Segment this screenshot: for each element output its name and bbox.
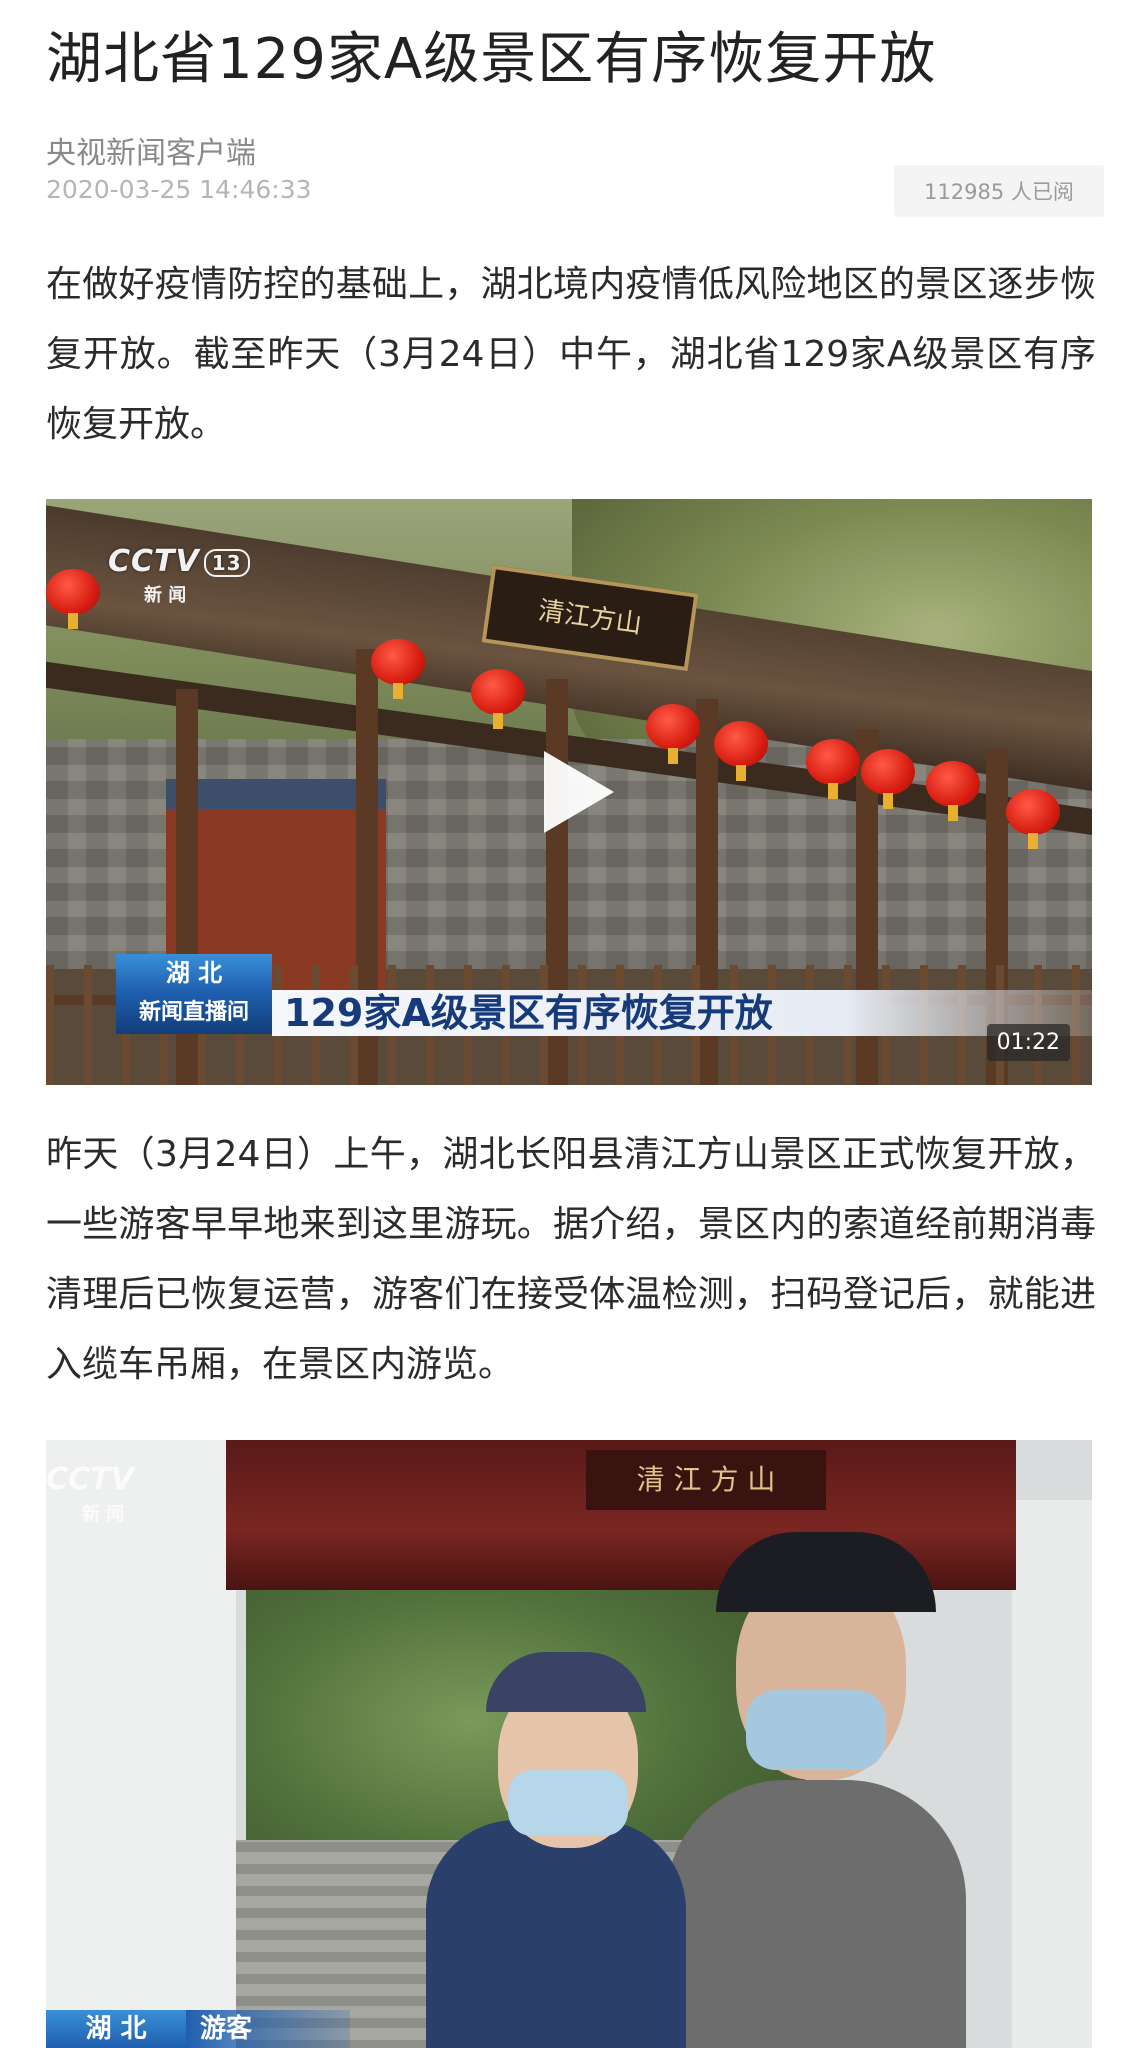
cctv-logo-text: CCTV — [108, 544, 200, 579]
lantern-icon — [471, 669, 525, 729]
lower-third-region: 湖 北 — [46, 2010, 186, 2048]
lantern-icon — [646, 704, 700, 764]
lantern-icon — [371, 639, 425, 699]
cctv-channel-name: 新 闻 — [144, 585, 187, 606]
person-child — [426, 1820, 686, 2048]
cctv-channel-name: 新 闻 — [82, 1504, 125, 1525]
lower-third-program: 新闻直播间 — [116, 992, 272, 1034]
play-icon[interactable] — [538, 747, 618, 837]
face-mask — [746, 1690, 886, 1770]
article-paragraph-2: 昨天（3月24日）上午，湖北长阳县清江方山景区正式恢复开放，一些游客早早地来到这… — [46, 1134, 1096, 1385]
lantern-icon — [861, 749, 915, 809]
article-page: 湖北省129家A级景区有序恢复开放 央视新闻客户端 2020-03-25 14:… — [0, 0, 1138, 2048]
video-scene-wall — [1012, 1500, 1092, 2048]
article-paragraph-1: 在做好疫情防控的基础上，湖北境内疫情低风险地区的景区逐步恢复开放。截至昨天（3月… — [46, 264, 1096, 445]
lower-third-region: 湖 北 — [116, 954, 272, 992]
person-adult — [666, 1780, 966, 2048]
lantern-icon — [1006, 789, 1060, 849]
lower-third-headline: 129家A级景区有序恢复开放 — [272, 990, 1092, 1036]
video-scene-wall — [46, 1440, 236, 2048]
video-duration: 01:22 — [986, 1024, 1070, 1061]
article-title: 湖北省129家A级景区有序恢复开放 — [46, 27, 937, 92]
lantern-icon — [926, 761, 980, 821]
lower-third-role: 游客 — [186, 2010, 350, 2048]
lantern-icon — [806, 739, 860, 799]
lantern-icon — [46, 569, 100, 629]
read-count-badge: 112985 人已阅 — [894, 165, 1104, 217]
cctv-logo: CCTV — [46, 1462, 134, 1497]
gate-sign: 清 江 方 山 — [586, 1450, 826, 1510]
video-player-2[interactable]: 清 江 方 山 CCTV 新 闻 湖 北 游客 — [46, 1440, 1092, 2048]
lantern-icon — [714, 721, 768, 781]
face-mask — [508, 1770, 628, 1836]
news-lower-third: 湖 北 新闻直播间 129家A级景区有序恢复开放 — [116, 954, 1092, 1036]
cctv-channel-number: 13 — [203, 548, 250, 577]
video-player-1[interactable]: 清江方山 CCTV 13 新 闻 湖 北 新闻直播间 129家A级景区有序恢复开放… — [46, 499, 1092, 1085]
article-timestamp: 2020-03-25 14:46:33 — [46, 175, 312, 204]
article-source[interactable]: 央视新闻客户端 — [46, 128, 256, 172]
cctv-logo: CCTV 13 — [108, 544, 250, 579]
